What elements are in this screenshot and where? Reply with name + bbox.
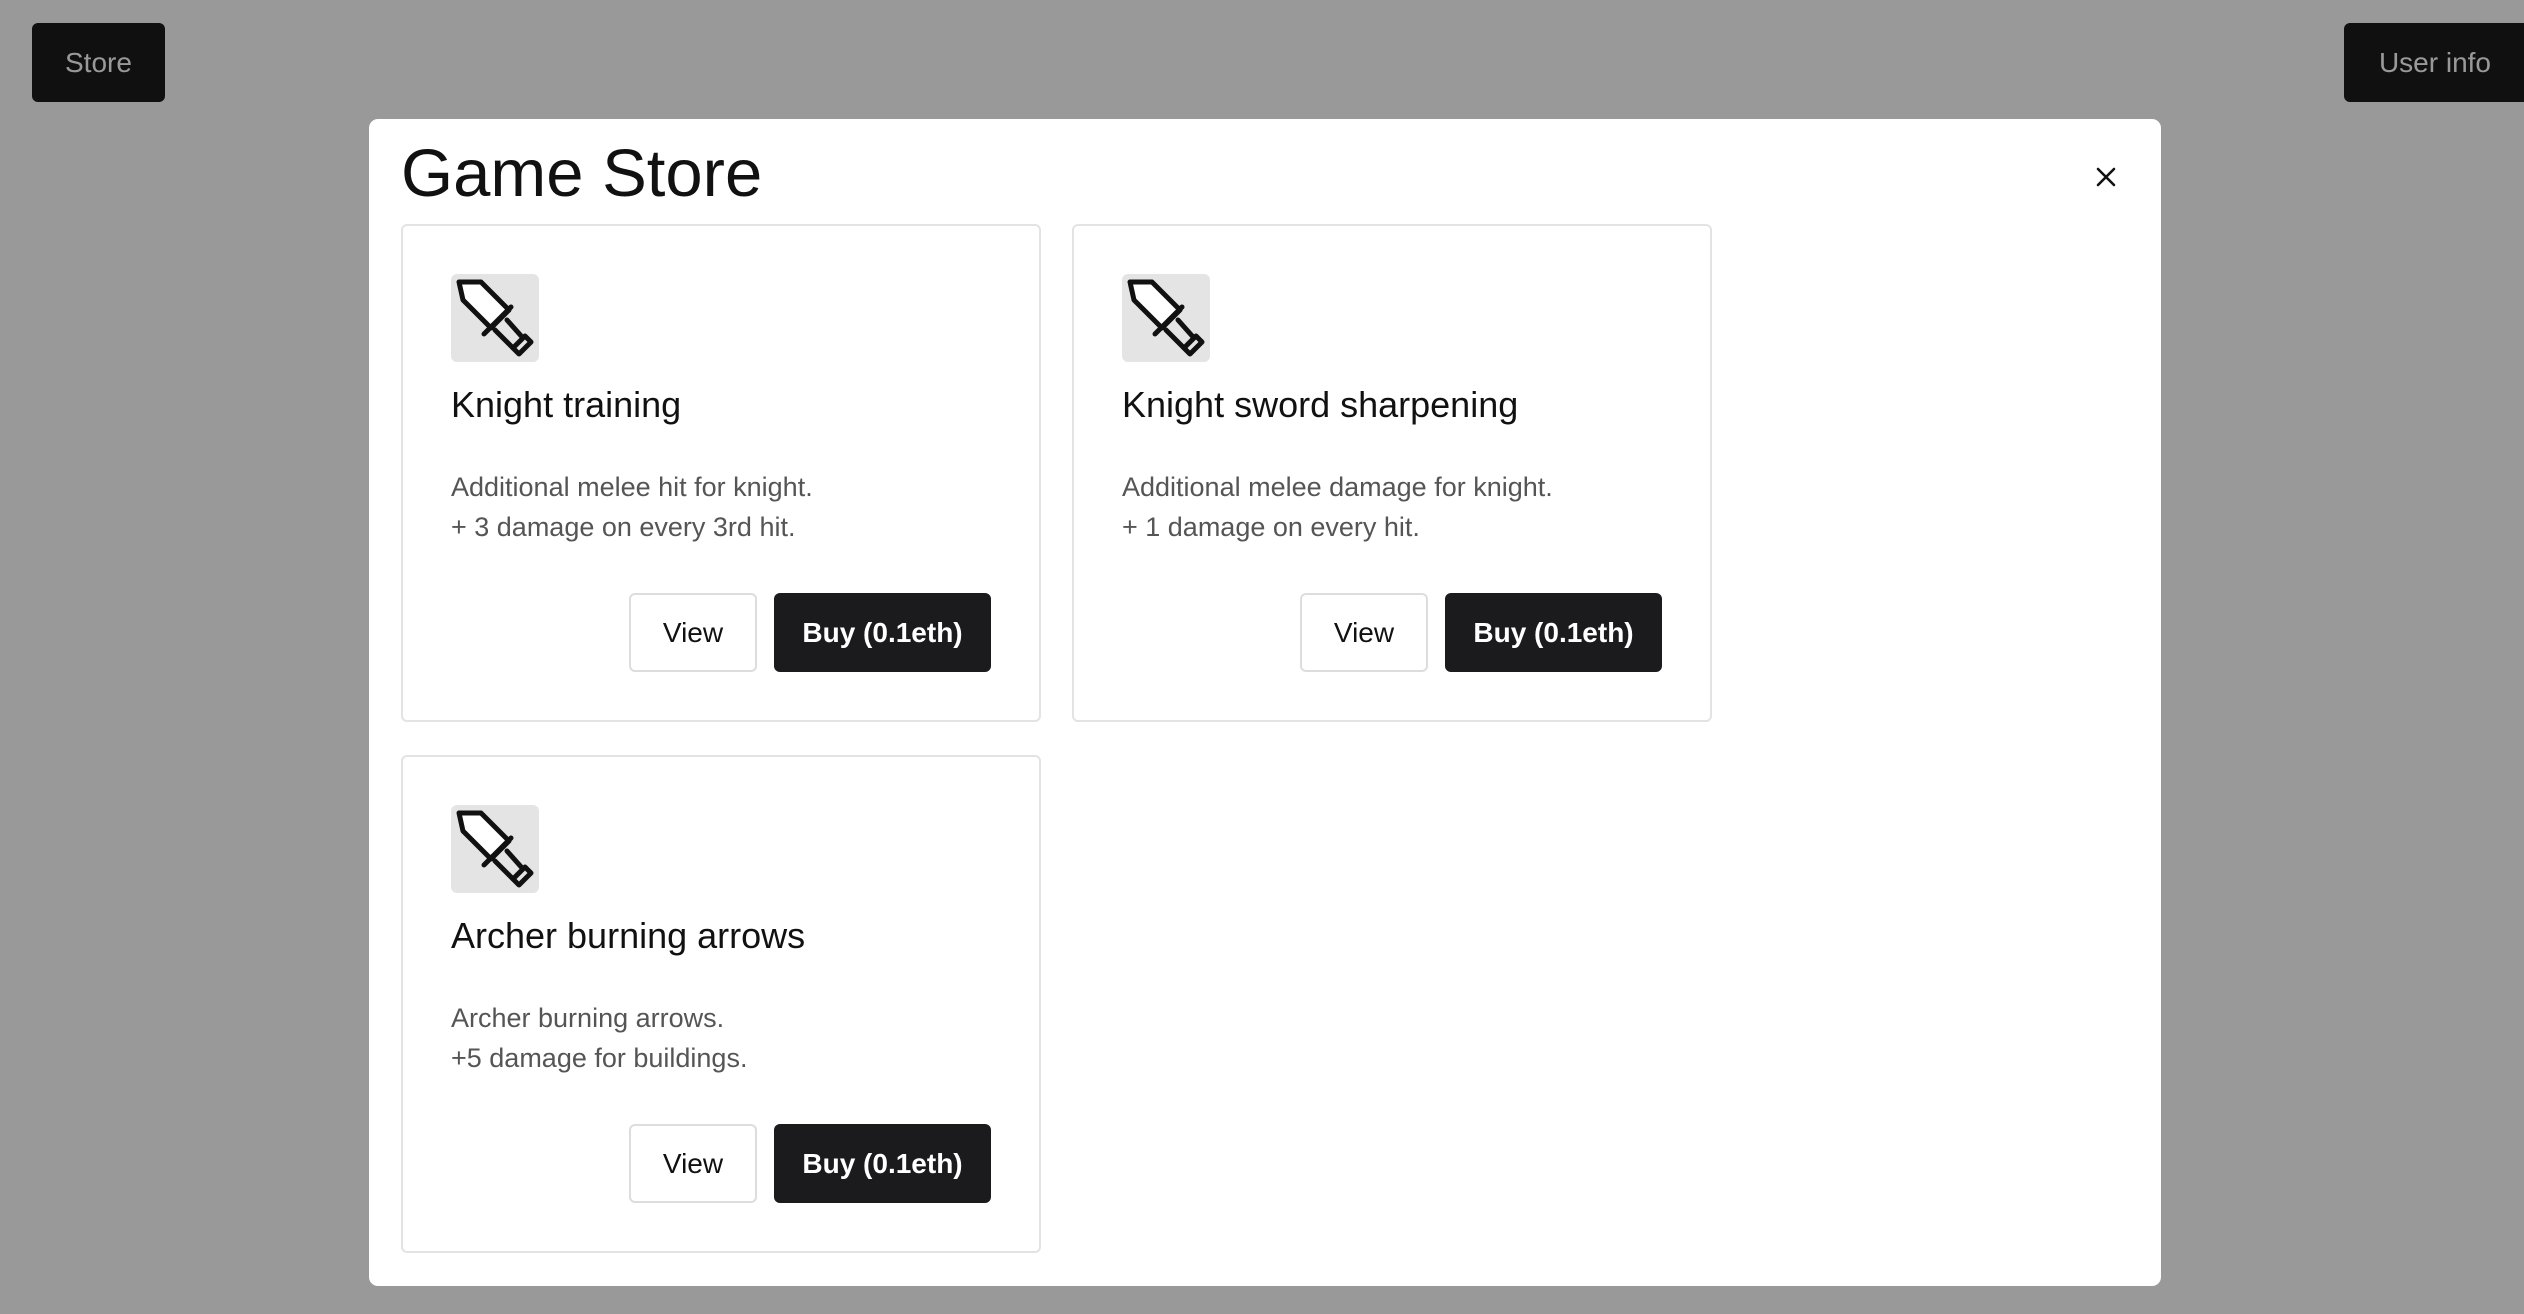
sword-icon <box>456 279 534 357</box>
item-description-line: Additional melee hit for knight. <box>451 472 813 502</box>
item-icon-tile <box>451 805 539 893</box>
item-icon-tile <box>451 274 539 362</box>
item-description: Additional melee hit for knight. + 3 dam… <box>451 467 813 547</box>
modal-title: Game Store <box>401 136 763 211</box>
item-description-line: +5 damage for buildings. <box>451 1043 748 1073</box>
buy-button[interactable]: Buy (0.1eth) <box>774 1124 991 1203</box>
item-description-line: + 1 damage on every hit. <box>1122 512 1420 542</box>
item-description-line: Additional melee damage for knight. <box>1122 472 1553 502</box>
buy-button[interactable]: Buy (0.1eth) <box>1445 593 1662 672</box>
store-item-card: Knight sword sharpening Additional melee… <box>1072 224 1712 722</box>
item-description-line: Archer burning arrows. <box>451 1003 725 1033</box>
view-button[interactable]: View <box>629 1124 757 1203</box>
store-item-card: Archer burning arrows Archer burning arr… <box>401 755 1041 1253</box>
item-icon-tile <box>1122 274 1210 362</box>
view-button[interactable]: View <box>629 593 757 672</box>
close-button[interactable] <box>2084 155 2128 199</box>
close-icon <box>2096 167 2116 187</box>
item-description: Additional melee damage for knight. + 1 … <box>1122 467 1553 547</box>
item-description-line: + 3 damage on every 3rd hit. <box>451 512 796 542</box>
item-description: Archer burning arrows. +5 damage for bui… <box>451 998 747 1078</box>
buy-button[interactable]: Buy (0.1eth) <box>774 593 991 672</box>
store-item-card: Knight training Additional melee hit for… <box>401 224 1041 722</box>
item-title: Knight sword sharpening <box>1122 384 1519 425</box>
item-title: Knight training <box>451 384 682 425</box>
view-button[interactable]: View <box>1300 593 1428 672</box>
item-title: Archer burning arrows <box>451 915 806 956</box>
sword-icon <box>456 810 534 888</box>
game-store-modal: Game Store Knight training Additional me… <box>369 119 2161 1286</box>
sword-icon <box>1127 279 1205 357</box>
